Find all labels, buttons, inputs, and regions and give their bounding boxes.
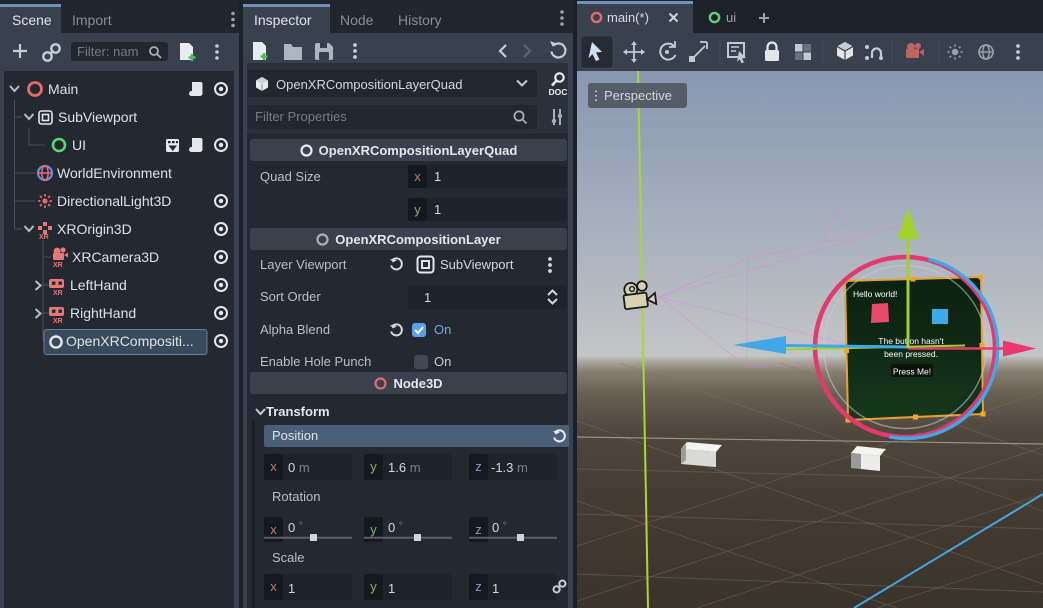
svg-text:XR: XR bbox=[53, 290, 63, 297]
svg-text:been pressed.: been pressed. bbox=[884, 349, 938, 359]
svg-text:Press Me!: Press Me! bbox=[893, 367, 931, 377]
svg-text:Hello world!: Hello world! bbox=[853, 289, 897, 299]
svg-text:XR: XR bbox=[53, 318, 63, 325]
svg-text:DOC: DOC bbox=[549, 87, 568, 97]
svg-text:The button hasn't: The button hasn't bbox=[878, 336, 944, 346]
svg-text:XR: XR bbox=[53, 262, 63, 269]
svg-text:XR: XR bbox=[39, 234, 49, 241]
